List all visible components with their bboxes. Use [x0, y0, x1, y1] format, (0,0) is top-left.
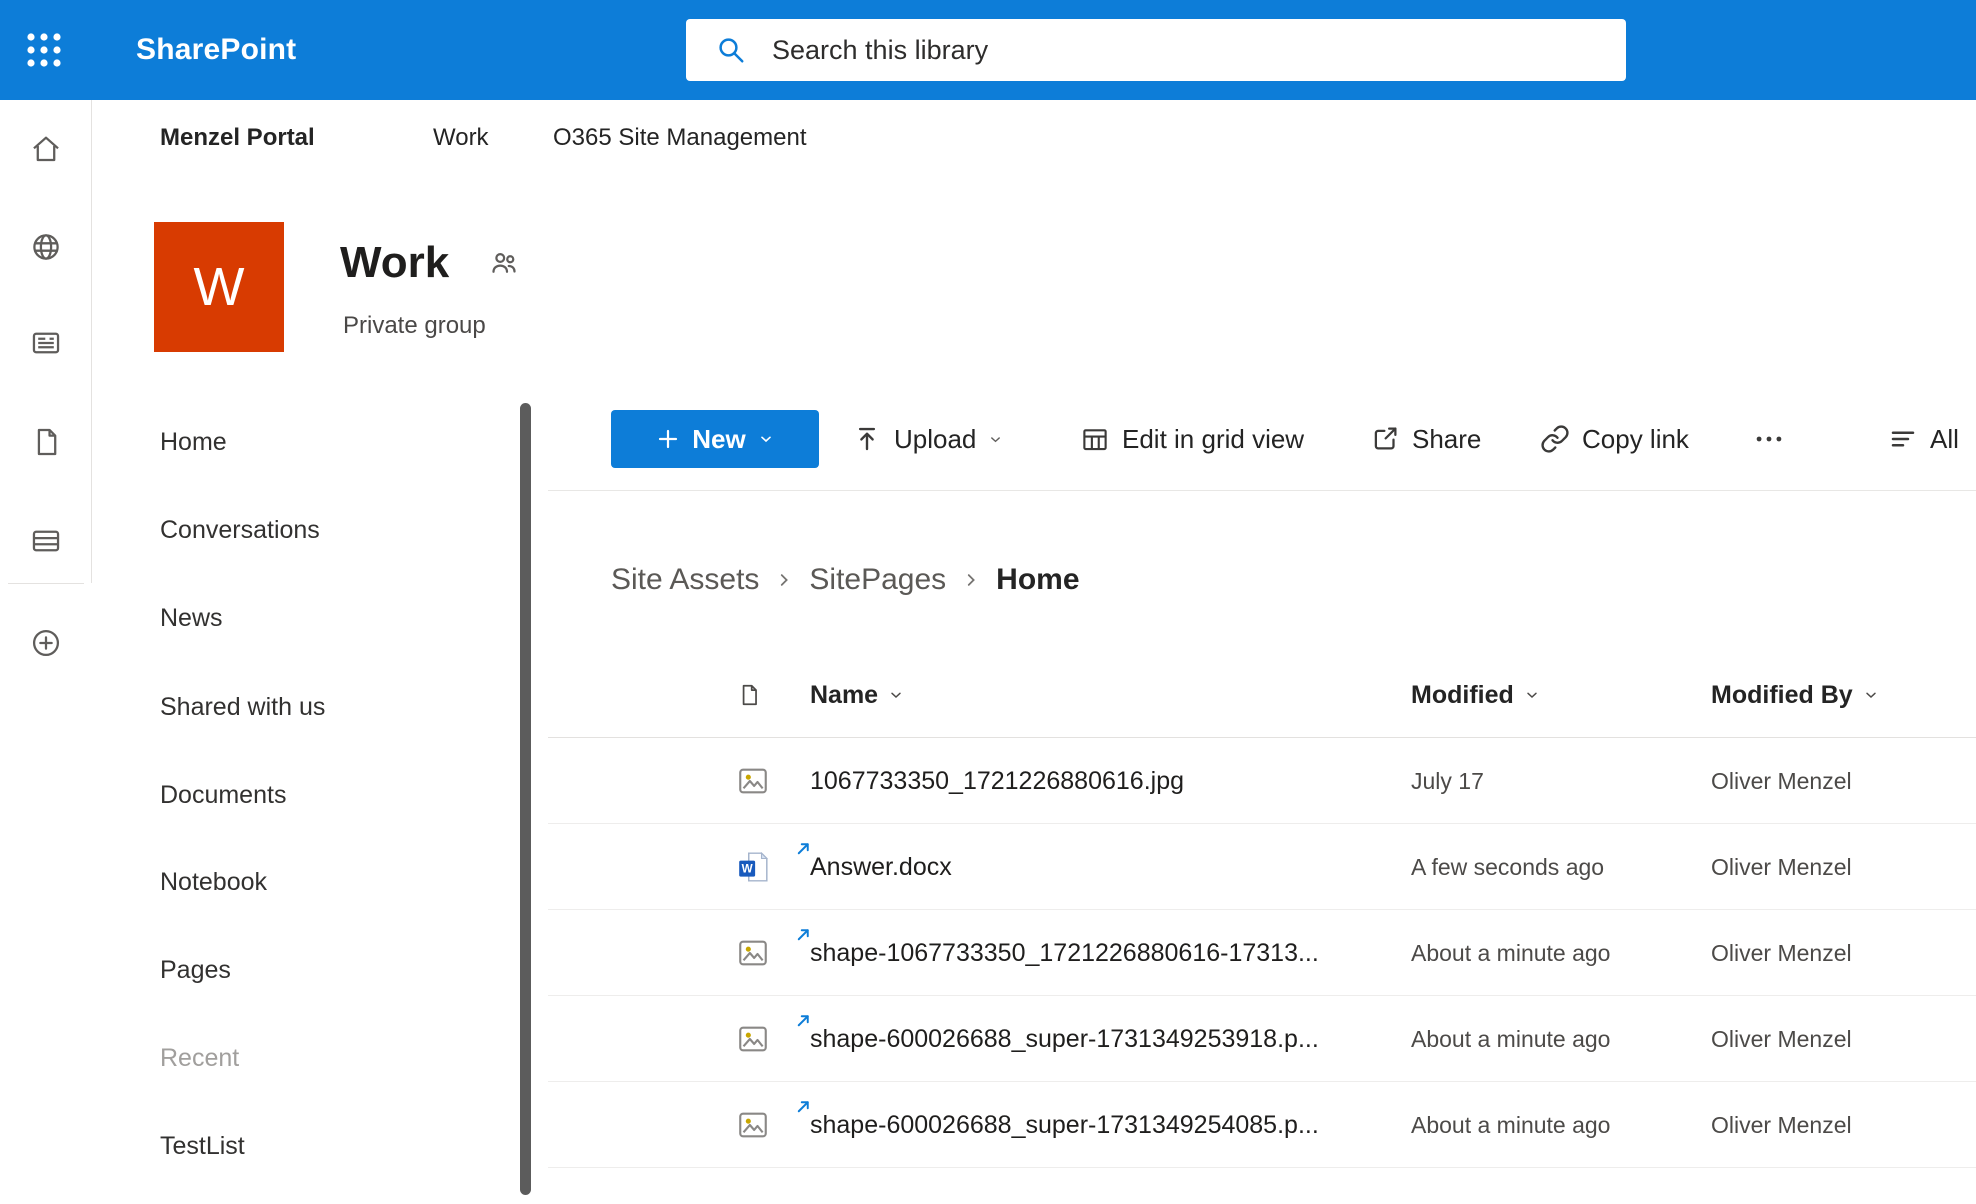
- breadcrumb-site-assets[interactable]: Site Assets: [611, 563, 759, 597]
- site-privacy-label: Private group: [343, 312, 486, 340]
- new-button-label: New: [692, 424, 745, 455]
- sidebar-item-testlist[interactable]: TestList: [160, 1126, 245, 1166]
- add-icon[interactable]: [29, 626, 63, 660]
- sidebar-item-documents[interactable]: Documents: [160, 775, 286, 815]
- breadcrumb-sitepages[interactable]: SitePages: [809, 563, 946, 597]
- document-icon[interactable]: [29, 425, 63, 459]
- ellipsis-icon: [1752, 422, 1786, 456]
- sidebar-item-recent[interactable]: Recent: [160, 1038, 239, 1078]
- table-row[interactable]: shape-600026688_super-1731349253918.p...…: [548, 996, 1976, 1082]
- column-header-name[interactable]: Name: [810, 652, 904, 738]
- hub-nav-item-work[interactable]: Work: [433, 100, 489, 176]
- file-name[interactable]: shape-600026688_super-1731349254085.p...: [810, 1082, 1319, 1168]
- search-box[interactable]: [686, 19, 1626, 81]
- globe-icon[interactable]: [29, 230, 63, 264]
- edit-in-grid-view-label: Edit in grid view: [1122, 424, 1304, 455]
- table-row[interactable]: shape-600026688_super-1731349254085.p...…: [548, 1082, 1976, 1168]
- chevron-down-icon: [988, 432, 1003, 447]
- view-selector-label: All: [1930, 424, 1959, 455]
- file-name[interactable]: 1067733350_1721226880616.jpg: [810, 738, 1184, 824]
- file-name[interactable]: Answer.docx: [810, 824, 952, 910]
- sidebar-item-conversations[interactable]: Conversations: [160, 510, 320, 550]
- share-button[interactable]: Share: [1370, 410, 1481, 468]
- lists-icon[interactable]: [29, 524, 63, 558]
- file-modified-by: Oliver Menzel: [1711, 824, 1852, 910]
- suite-bar: SharePoint: [0, 0, 1976, 100]
- column-header-modified-by[interactable]: Modified By: [1711, 652, 1879, 738]
- file-modified: July 17: [1411, 738, 1484, 824]
- copy-link-label: Copy link: [1582, 424, 1689, 455]
- sidebar-item-news[interactable]: News: [160, 598, 223, 638]
- more-commands-button[interactable]: [1752, 410, 1786, 468]
- file-modified: About a minute ago: [1411, 996, 1610, 1082]
- upload-icon: [852, 424, 882, 454]
- edit-in-grid-view-button[interactable]: Edit in grid view: [1080, 410, 1304, 468]
- sidebar-item-shared-with-us[interactable]: Shared with us: [160, 687, 325, 727]
- file-type-column-icon[interactable]: [736, 652, 762, 738]
- link-icon: [1540, 424, 1570, 454]
- home-icon[interactable]: [29, 132, 63, 166]
- chevron-down-icon: [888, 687, 904, 703]
- share-label: Share: [1412, 424, 1481, 455]
- app-name[interactable]: SharePoint: [136, 0, 296, 100]
- app-launcher-waffle-icon[interactable]: [24, 30, 64, 70]
- page-icon: [736, 682, 762, 708]
- table-row[interactable]: W Answer.docx A few seconds ago Oliver M…: [548, 824, 1976, 910]
- rail-border: [91, 100, 92, 583]
- image-file-icon: [736, 764, 770, 798]
- file-modified: A few seconds ago: [1411, 824, 1604, 910]
- share-icon: [1370, 424, 1400, 454]
- chevron-right-icon: [962, 571, 980, 589]
- image-file-icon: [736, 1022, 770, 1056]
- site-logo[interactable]: W: [154, 222, 284, 352]
- chevron-down-icon: [1863, 687, 1879, 703]
- teams-icon: [489, 248, 519, 278]
- breadcrumb-home-current: Home: [996, 563, 1079, 597]
- search-input[interactable]: [746, 19, 1626, 81]
- chevron-down-icon: [758, 431, 774, 447]
- file-modified: About a minute ago: [1411, 910, 1610, 996]
- column-header-modified[interactable]: Modified: [1411, 652, 1540, 738]
- new-button[interactable]: New: [611, 410, 819, 468]
- grid-view-icon: [1080, 424, 1110, 454]
- sidebar-item-home[interactable]: Home: [160, 422, 227, 462]
- sidebar-item-pages[interactable]: Pages: [160, 950, 231, 990]
- site-logo-letter: W: [194, 256, 245, 318]
- table-row[interactable]: shape-1067733350_1721226880616-17313... …: [548, 910, 1976, 996]
- search-icon: [716, 35, 746, 65]
- file-modified-by: Oliver Menzel: [1711, 738, 1852, 824]
- file-modified-by: Oliver Menzel: [1711, 1082, 1852, 1168]
- copy-link-button[interactable]: Copy link: [1540, 410, 1689, 468]
- chevron-down-icon: [1524, 687, 1540, 703]
- svg-text:W: W: [742, 863, 753, 876]
- site-title[interactable]: Work: [340, 238, 449, 288]
- image-file-icon: [736, 936, 770, 970]
- hub-nav-item-menzel-portal[interactable]: Menzel Portal: [160, 100, 315, 176]
- news-icon[interactable]: [29, 326, 63, 360]
- sidebar-item-notebook[interactable]: Notebook: [160, 862, 267, 902]
- sidebar-scrollbar[interactable]: [520, 403, 531, 1195]
- file-name[interactable]: shape-600026688_super-1731349253918.p...: [810, 996, 1319, 1082]
- file-modified-by: Oliver Menzel: [1711, 910, 1852, 996]
- file-modified-by: Oliver Menzel: [1711, 996, 1852, 1082]
- command-bar-divider: [548, 490, 1976, 491]
- file-name[interactable]: shape-1067733350_1721226880616-17313...: [810, 910, 1319, 996]
- breadcrumb: Site Assets SitePages Home: [611, 556, 1080, 604]
- view-list-icon: [1888, 424, 1918, 454]
- plus-icon: [656, 427, 680, 451]
- upload-button[interactable]: Upload: [852, 410, 1003, 468]
- table-row[interactable]: 1067733350_1721226880616.jpg July 17 Oli…: [548, 738, 1976, 824]
- word-file-icon: W: [736, 850, 770, 884]
- rail-divider: [8, 583, 84, 584]
- upload-label: Upload: [894, 424, 976, 455]
- hub-nav-item-o365-site-management[interactable]: O365 Site Management: [553, 100, 807, 176]
- chevron-right-icon: [775, 571, 793, 589]
- image-file-icon: [736, 1108, 770, 1142]
- table-header: Name Modified Modified By: [548, 652, 1976, 738]
- file-modified: About a minute ago: [1411, 1082, 1610, 1168]
- view-selector-button[interactable]: All: [1888, 410, 1959, 468]
